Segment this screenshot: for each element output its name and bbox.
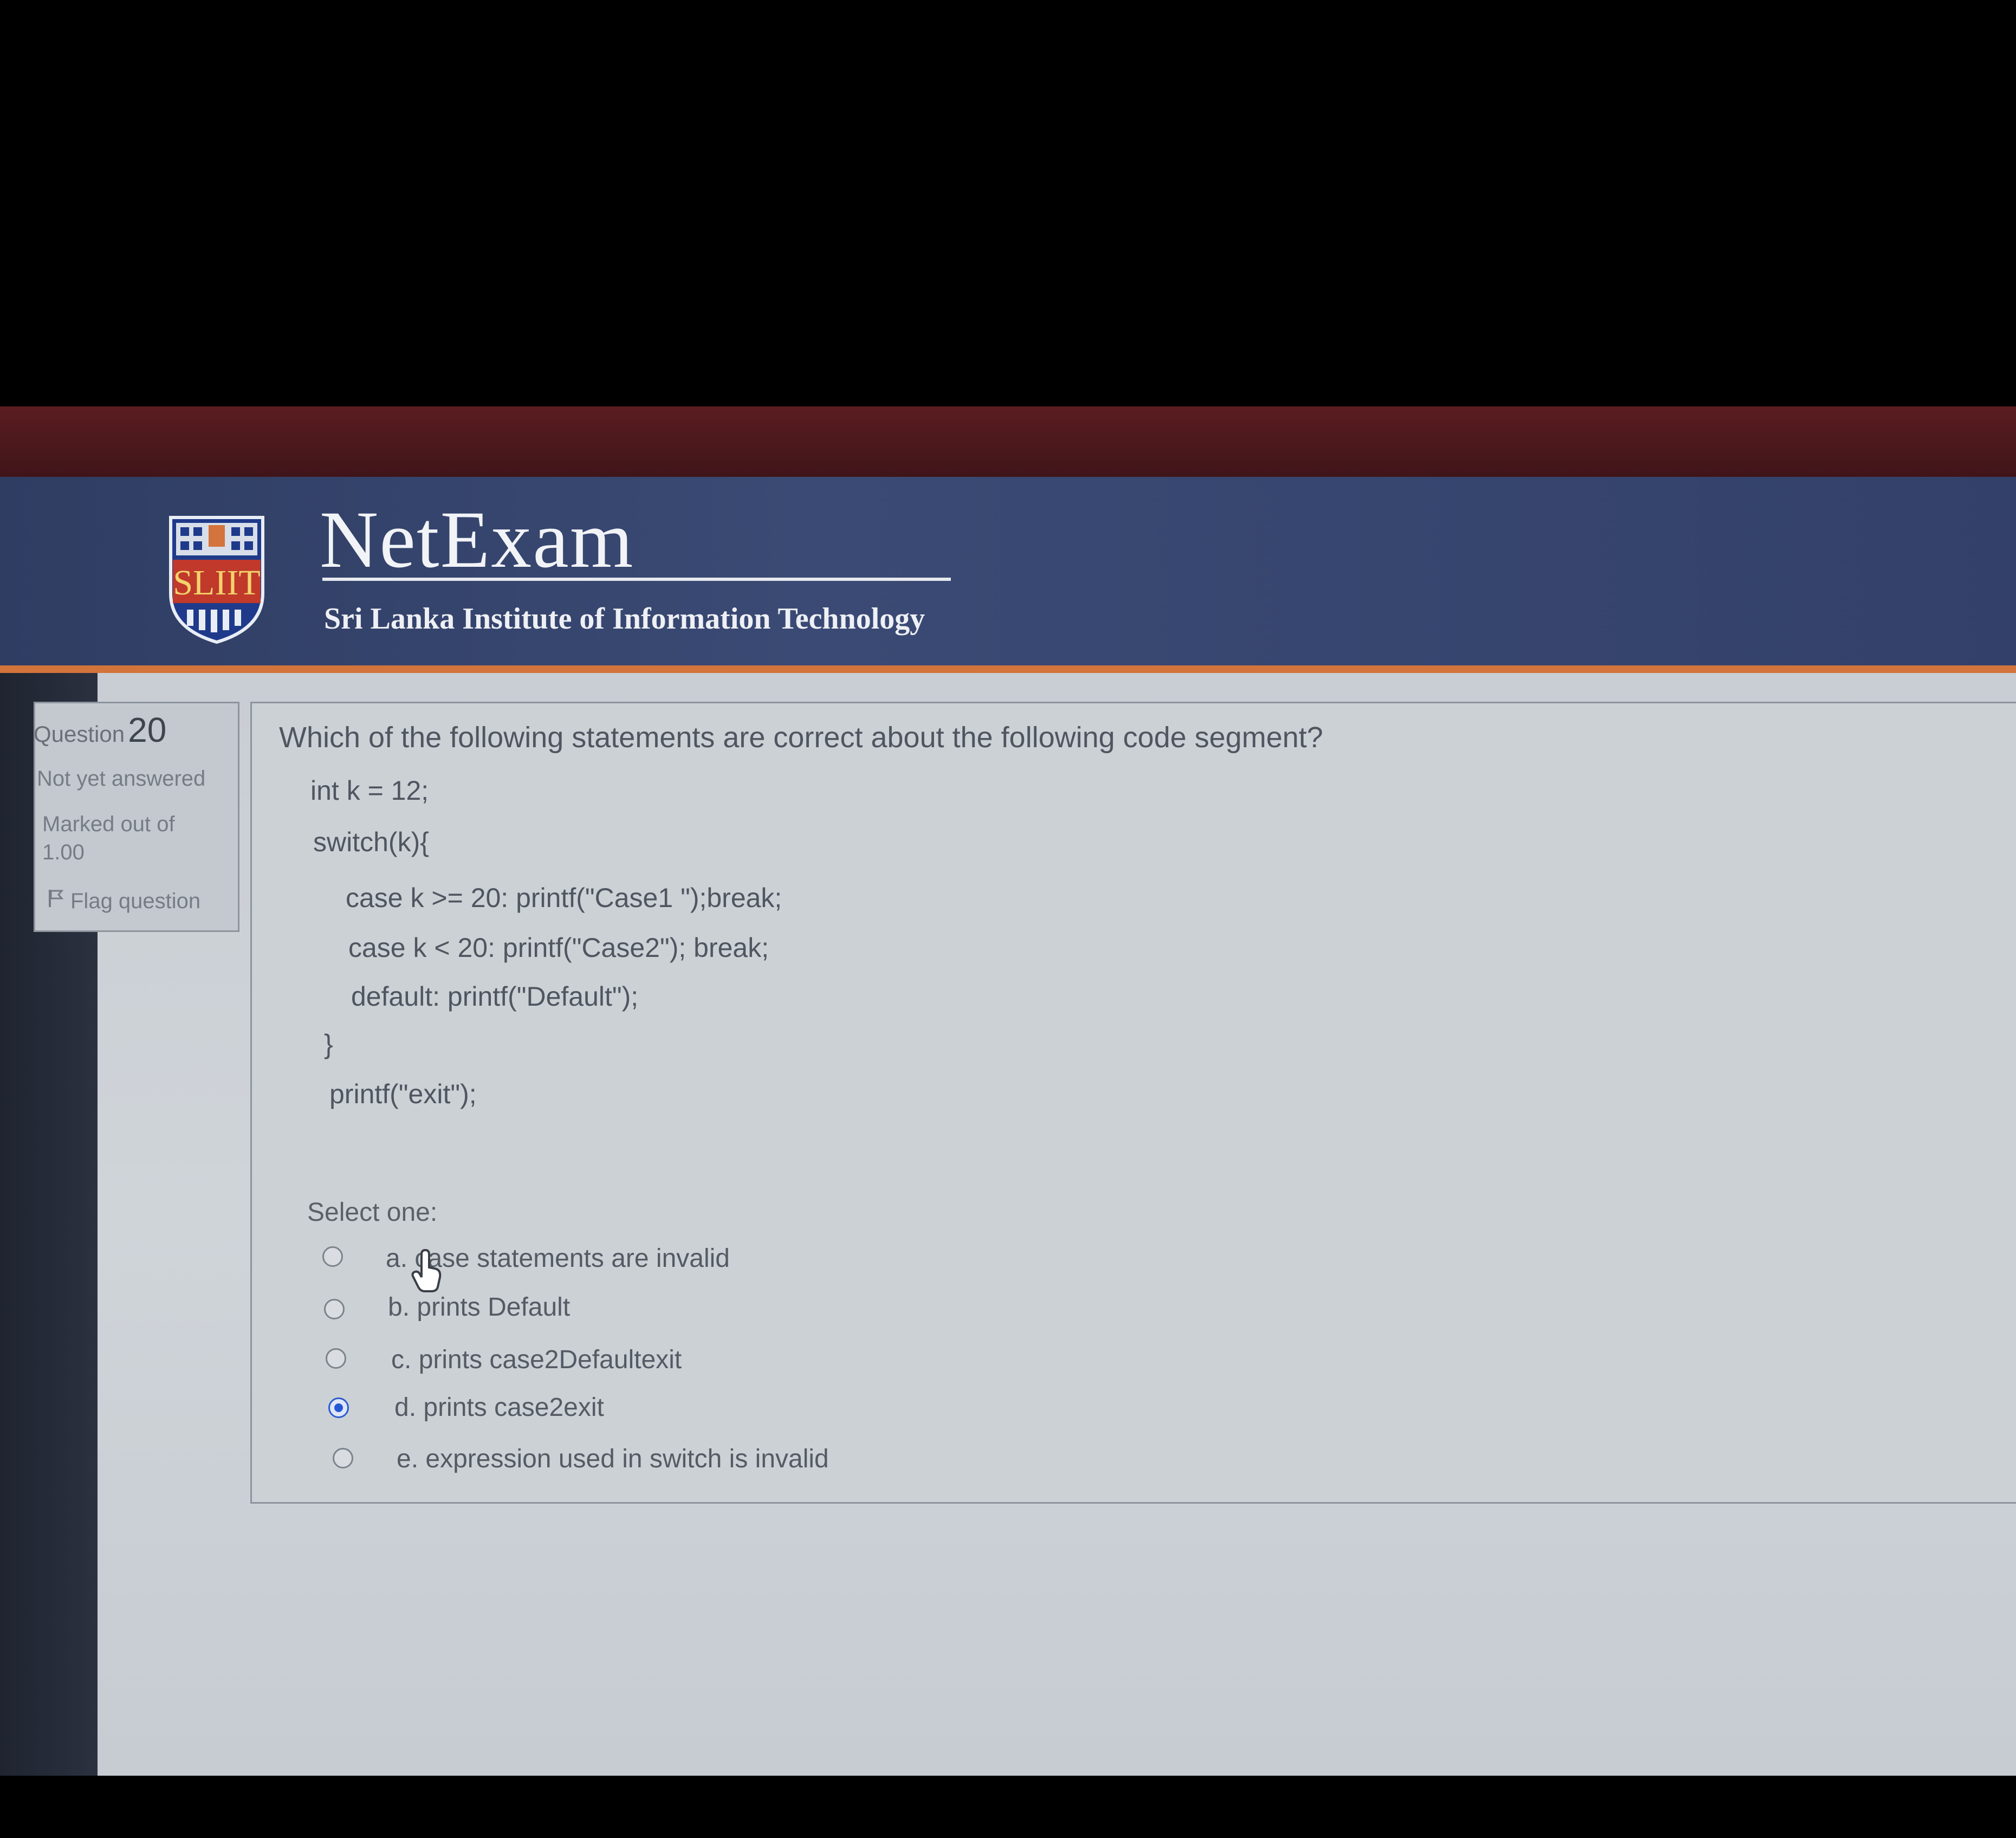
marks-info: Marked out of 1.00 <box>42 810 216 866</box>
code-line: switch(k){ <box>313 827 429 857</box>
option-letter: e. <box>397 1445 419 1473</box>
option-text: prints case2exit <box>423 1393 604 1422</box>
option-e-label[interactable]: e. expression used in switch is invalid <box>397 1444 829 1474</box>
sliit-logo: SLIIT <box>169 516 264 644</box>
option-d-label[interactable]: d. prints case2exit <box>394 1393 604 1422</box>
option-text: case statements are invalid <box>414 1244 730 1273</box>
option-letter: c. <box>391 1345 412 1374</box>
flag-icon <box>48 889 64 914</box>
option-c-radio[interactable] <box>326 1348 346 1369</box>
code-line: case k < 20: printf("Case2"); break; <box>348 933 769 963</box>
background-dark-area <box>0 0 2016 406</box>
question-number: 20 <box>128 710 167 749</box>
logo-text: SLIIT <box>173 563 260 603</box>
marked-value: 1.00 <box>42 840 85 864</box>
site-subtitle: Sri Lanka Institute of Information Techn… <box>324 602 925 636</box>
option-letter: a. <box>386 1244 408 1273</box>
question-number-label: Question20 <box>34 710 166 750</box>
code-line: int k = 12; <box>310 775 429 806</box>
code-line: default: printf("Default"); <box>351 981 639 1012</box>
option-text: prints case2Defaultexit <box>418 1345 682 1374</box>
code-line: } <box>324 1029 333 1059</box>
header-accent-bar <box>0 665 2016 673</box>
screen-bottom-bezel <box>0 1776 2016 1838</box>
answer-status: Not yet answered <box>37 767 206 791</box>
select-one-label: Select one: <box>307 1198 438 1227</box>
hand-cursor-icon <box>411 1249 442 1292</box>
site-title: NetExam <box>320 495 634 585</box>
site-header <box>0 477 2016 672</box>
option-e-radio[interactable] <box>333 1448 353 1468</box>
option-a-radio[interactable] <box>322 1246 343 1267</box>
option-text: expression used in switch is invalid <box>425 1445 829 1473</box>
marked-label: Marked out of <box>42 812 175 836</box>
question-panel <box>250 702 2016 1504</box>
question-text: Which of the following statements are co… <box>279 721 1324 754</box>
option-letter: d. <box>394 1393 417 1422</box>
flag-question-link[interactable]: Flag question <box>48 889 200 914</box>
browser-top-strip <box>0 406 2016 482</box>
title-divider <box>322 578 951 581</box>
flag-question-label: Flag question <box>70 889 201 913</box>
code-line: printf("exit"); <box>329 1079 477 1109</box>
option-d-radio[interactable] <box>328 1397 349 1418</box>
question-label: Question <box>34 721 125 747</box>
option-text: prints Default <box>417 1293 571 1322</box>
photo-of-screen: SLIIT NetExam Sri Lanka Institute of Inf… <box>0 0 2016 1838</box>
option-c-label[interactable]: c. prints case2Defaultexit <box>391 1345 682 1375</box>
code-line: case k >= 20: printf("Case1 ");break; <box>346 883 782 913</box>
option-b-radio[interactable] <box>324 1299 345 1319</box>
option-b-label[interactable]: b. prints Default <box>388 1292 570 1322</box>
option-letter: b. <box>388 1293 410 1322</box>
